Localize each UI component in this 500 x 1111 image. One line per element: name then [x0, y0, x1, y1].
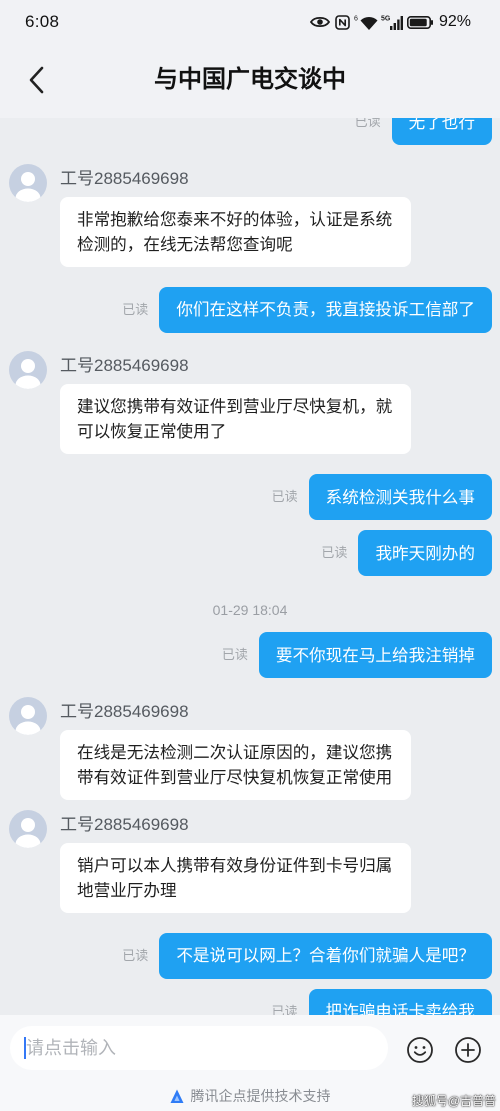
outgoing-message: 已读 不是说可以网上？合着你们就骗人是吧？ — [0, 932, 500, 979]
message-input-wrapper[interactable] — [10, 1026, 388, 1070]
network-type: 5G — [381, 15, 391, 22]
incoming-message: 工号2885469698 非常抱歉给您泰来不好的体验，认证是系统检测的，在线无法… — [0, 163, 500, 267]
message-bubble: 建议您携带有效证件到营业厅尽快复机，就可以恢复正常使用了 — [60, 384, 412, 454]
message-bubble: 非常抱歉给您泰来不好的体验，认证是系统检测的，在线无法帮您查询呢 — [60, 196, 412, 267]
message-input[interactable] — [10, 1026, 388, 1070]
default-avatar-icon — [9, 163, 47, 202]
signal-icon: 5G — [381, 14, 403, 31]
wifi-badge: 6 — [354, 15, 358, 22]
message-bubble: 要不你现在马上给我注销掉 — [258, 632, 492, 678]
add-button[interactable] — [453, 1035, 483, 1065]
default-avatar-icon — [9, 696, 47, 735]
message-timestamp: 01-29 18:04 — [212, 602, 288, 618]
message-bubble: 销户可以本人携带有效身份证件到卡号归属地营业厅办理 — [60, 842, 412, 913]
top-bar: 6:08 6 5G 92% 与中国广电交谈中 — [0, 0, 500, 118]
read-status: 已读 — [271, 1003, 298, 1016]
battery-percent: 92% — [438, 13, 471, 30]
agent-name: 工号2885469698 — [60, 701, 189, 721]
incoming-message: 工号2885469698 在线是无法检测二次认证原因的，建议您携带有效证件到营业… — [0, 696, 500, 800]
eye-icon — [309, 15, 330, 29]
message-bubble: 我昨天刚办的 — [358, 530, 492, 576]
outgoing-message: 已读 把诈骗电话卡卖给我 — [0, 988, 500, 1016]
message-bubble: 系统检测关我什么事 — [308, 474, 492, 520]
watermark: 搜狐号@吉普普 — [411, 1094, 496, 1108]
nfc-icon — [335, 14, 350, 30]
read-status: 已读 — [271, 489, 298, 504]
agent-name: 工号2885469698 — [60, 814, 189, 834]
plus-circle-icon — [455, 1037, 481, 1063]
message-bubble: 你们在这样不负责，我直接投诉工信部了 — [159, 286, 492, 333]
outgoing-message: 已读 系统检测关我什么事 — [0, 474, 500, 520]
incoming-message: 工号2885469698 建议您携带有效证件到营业厅尽快复机，就可以恢复正常使用… — [0, 351, 500, 454]
battery-fill — [409, 18, 427, 26]
read-status: 已读 — [122, 301, 149, 317]
read-status: 已读 — [321, 545, 348, 560]
input-bar: 腾讯企点提供技术支持 搜狐号@吉普普 — [0, 1015, 500, 1111]
outgoing-message: 已读 无了也行 — [0, 118, 500, 145]
default-avatar-icon — [9, 809, 47, 848]
status-time: 6:08 — [25, 12, 60, 31]
qidian-logo-icon — [170, 1089, 184, 1104]
wifi-icon: 6 — [354, 14, 378, 31]
chat-viewport[interactable]: 已读 无了也行 工号2885469698 非常抱歉给您泰来不好的体验，认证是系统… — [0, 118, 500, 1015]
message-bubble: 把诈骗电话卡卖给我 — [308, 988, 492, 1015]
read-status: 已读 — [122, 947, 149, 963]
default-avatar-icon — [9, 351, 47, 389]
incoming-message: 工号2885469698 销户可以本人携带有效身份证件到卡号归属地营业厅办理 — [0, 809, 500, 913]
emoji-button[interactable] — [405, 1035, 435, 1065]
read-status: 已读 — [221, 647, 248, 662]
status-icons: 6 5G 92% — [309, 11, 471, 33]
smiley-icon — [407, 1037, 433, 1063]
message-bubble: 无了也行 — [391, 118, 492, 145]
outgoing-message: 已读 要不你现在马上给我注销掉 — [0, 632, 500, 678]
page-title: 与中国广电交谈中 — [154, 66, 346, 93]
agent-name: 工号2885469698 — [60, 356, 189, 375]
powered-by-text: 腾讯企点提供技术支持 — [190, 1088, 331, 1104]
message-bubble: 在线是无法检测二次认证原因的，建议您携带有效证件到营业厅尽快复机恢复正常使用 — [60, 729, 412, 800]
agent-name: 工号2885469698 — [60, 168, 189, 188]
battery-icon — [406, 15, 434, 29]
message-bubble: 不是说可以网上？合着你们就骗人是吧？ — [159, 932, 492, 979]
text-caret — [24, 1037, 26, 1059]
read-status: 已读 — [354, 118, 381, 129]
message-list: 已读 无了也行 工号2885469698 非常抱歉给您泰来不好的体验，认证是系统… — [0, 118, 500, 1015]
outgoing-message: 已读 你们在这样不负责，我直接投诉工信部了 — [0, 286, 500, 333]
outgoing-message: 已读 我昨天刚办的 — [0, 530, 500, 576]
